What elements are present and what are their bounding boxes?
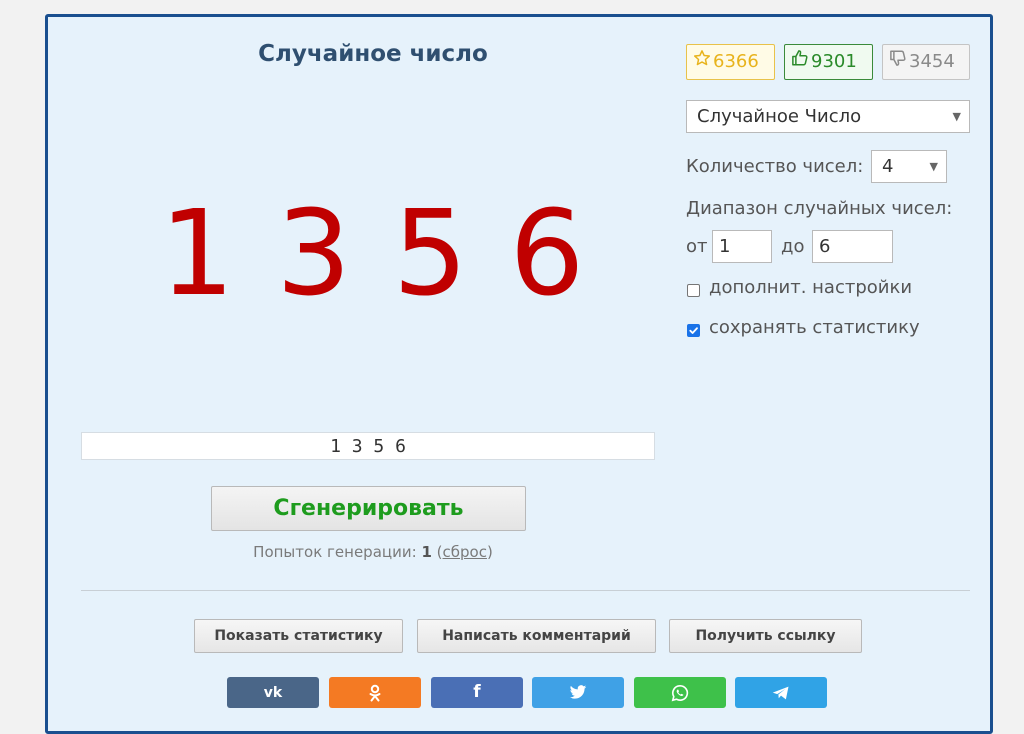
attempts-label: Попыток генерации: bbox=[253, 543, 417, 561]
count-value: 4 bbox=[882, 156, 894, 177]
twitter-icon bbox=[569, 683, 587, 701]
whatsapp-icon bbox=[671, 683, 689, 701]
to-label: до bbox=[781, 236, 805, 257]
likes-count: 9301 bbox=[811, 51, 857, 72]
chevron-down-icon: ▼ bbox=[929, 160, 938, 173]
thumbs-up-icon bbox=[791, 45, 809, 79]
check-icon bbox=[689, 327, 698, 334]
page-title: Случайное число bbox=[258, 41, 488, 67]
save-stats-checkbox[interactable] bbox=[687, 324, 700, 337]
show-stats-button[interactable]: Показать статистику bbox=[194, 619, 403, 653]
thumbs-down-icon bbox=[889, 45, 907, 79]
generator-type-value: Случайное Число bbox=[697, 106, 862, 127]
generate-button[interactable]: Сгенерировать bbox=[211, 486, 526, 531]
range-label: Диапазон случайных чисел: bbox=[686, 198, 953, 219]
twitter-share-button[interactable] bbox=[532, 677, 624, 708]
odnoklassniki-icon bbox=[369, 683, 381, 701]
telegram-icon bbox=[772, 683, 790, 701]
whatsapp-share-button[interactable] bbox=[634, 677, 726, 708]
generator-type-select[interactable]: Случайное Число ▼ bbox=[686, 100, 970, 133]
like-button[interactable]: 9301 bbox=[784, 44, 873, 80]
big-result-display: 1 3 5 6 bbox=[159, 184, 587, 322]
vk-share-button[interactable]: vk bbox=[227, 677, 319, 708]
count-label: Количество чисел: bbox=[686, 156, 864, 177]
dislike-button[interactable]: 3454 bbox=[882, 44, 970, 80]
count-select[interactable]: 4 ▼ bbox=[871, 150, 947, 183]
facebook-icon: f bbox=[473, 682, 481, 702]
result-line: 1 3 5 6 bbox=[81, 432, 655, 460]
attempts-counter: Попыток генерации: 1 (сброс) bbox=[253, 543, 493, 561]
vk-icon: vk bbox=[263, 685, 283, 701]
star-icon bbox=[693, 45, 711, 79]
divider bbox=[81, 590, 970, 591]
write-comment-button[interactable]: Написать комментарий bbox=[417, 619, 656, 653]
range-to-input[interactable] bbox=[812, 230, 893, 263]
dislikes-count: 3454 bbox=[909, 51, 955, 72]
from-label: от bbox=[686, 236, 708, 257]
odnoklassniki-share-button[interactable] bbox=[329, 677, 421, 708]
favorites-button[interactable]: 6366 bbox=[686, 44, 775, 80]
attempts-count: 1 bbox=[421, 543, 432, 561]
save-stats-label: сохранять статистику bbox=[709, 317, 920, 338]
generator-panel: Случайное число 1 3 5 6 1 3 5 6 Сгенерир… bbox=[45, 14, 993, 734]
reset-link[interactable]: сброс bbox=[443, 543, 487, 561]
telegram-share-button[interactable] bbox=[735, 677, 827, 708]
chevron-down-icon: ▼ bbox=[952, 110, 961, 123]
favorites-count: 6366 bbox=[713, 51, 759, 72]
advanced-settings-label: дополнит. настройки bbox=[709, 277, 913, 298]
get-link-button[interactable]: Получить ссылку bbox=[669, 619, 862, 653]
facebook-share-button[interactable]: f bbox=[431, 677, 523, 708]
range-from-input[interactable] bbox=[712, 230, 772, 263]
advanced-settings-checkbox[interactable] bbox=[687, 284, 700, 297]
